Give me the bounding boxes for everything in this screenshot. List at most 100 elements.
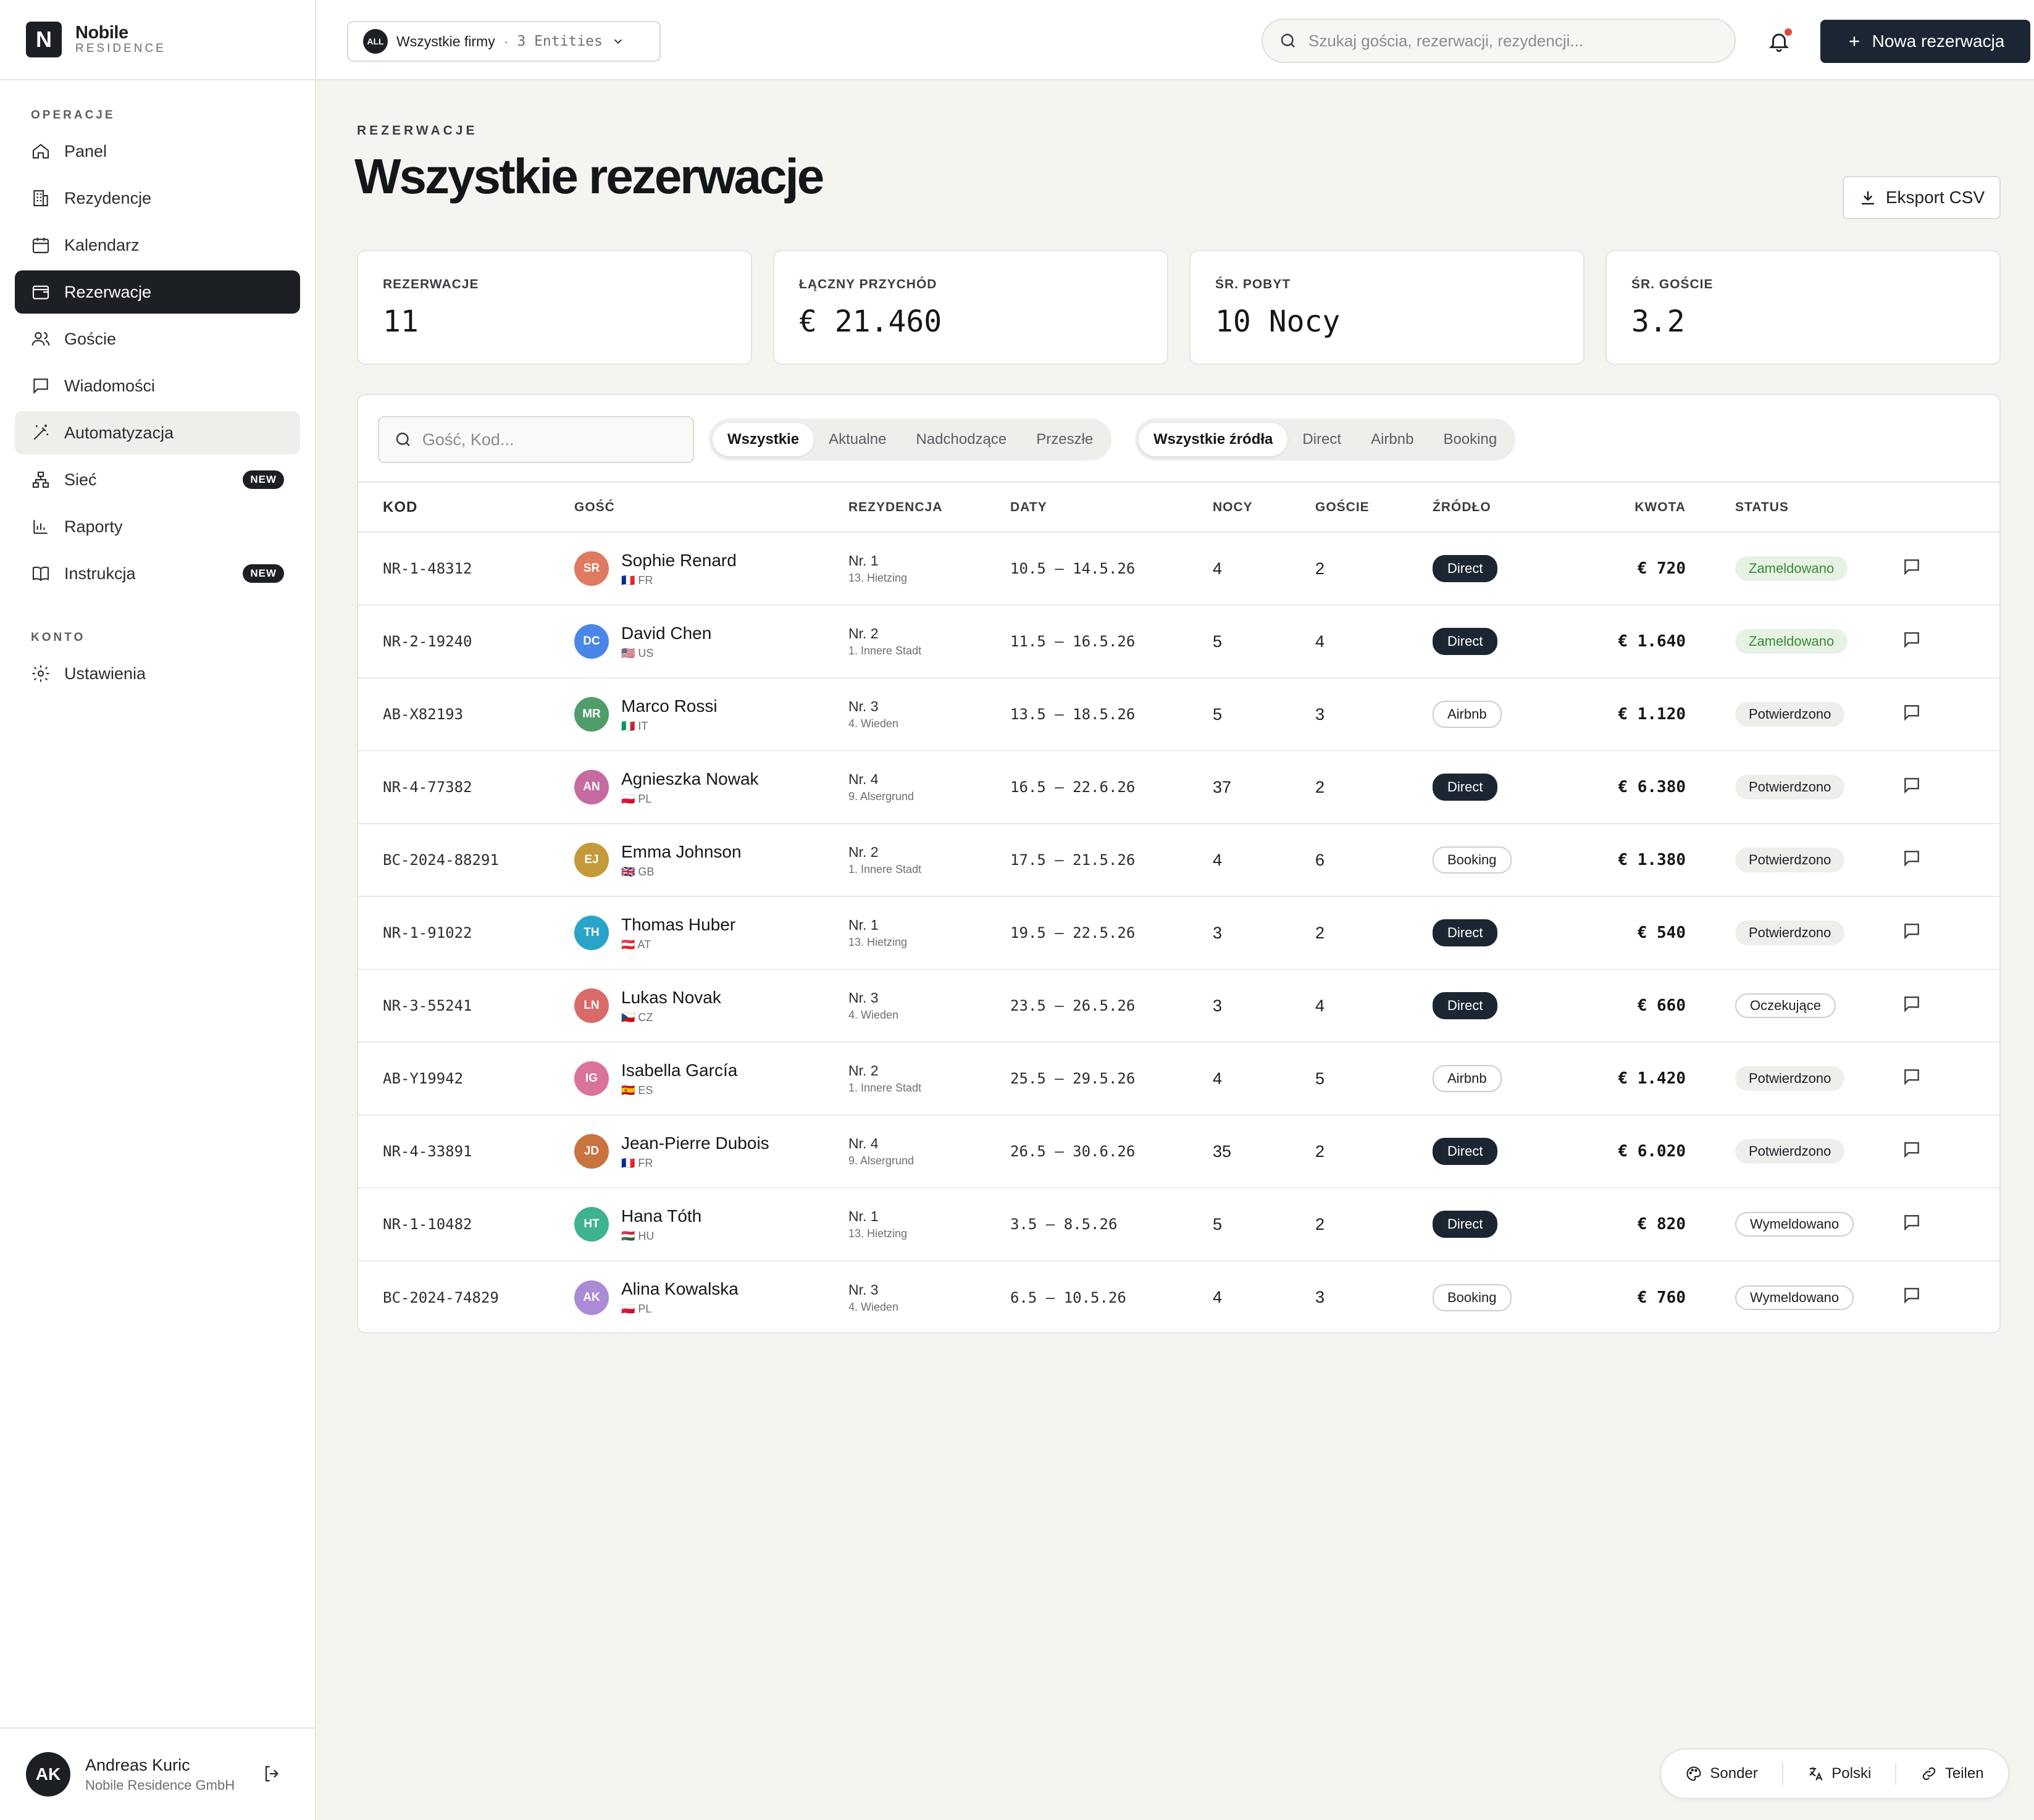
guest-country: 🇬🇧 GB: [621, 865, 655, 878]
column-header-guest[interactable]: GOŚĆ: [574, 483, 848, 532]
guest-count: 2: [1315, 559, 1325, 578]
sidebar-item-home[interactable]: Panel: [15, 130, 300, 173]
sidebar-item-magic-wand[interactable]: Automatyzacja: [15, 411, 300, 454]
status-badge: Wymeldowano: [1735, 1212, 1854, 1237]
sidebar-item-book[interactable]: Instrukcja NEW: [15, 552, 300, 595]
table-row[interactable]: NR-1-10482 HT Hana Tóth 🇭🇺 HU Nr. 1 13. …: [358, 1188, 1999, 1261]
message-cell: [1890, 605, 1999, 678]
divider: [1895, 1763, 1897, 1785]
guest-name[interactable]: Isabella García: [621, 1061, 737, 1080]
column-header-code[interactable]: KOD: [358, 483, 574, 532]
time-filter-tab[interactable]: Aktualne: [814, 423, 901, 456]
table-row[interactable]: NR-1-91022 TH Thomas Huber 🇦🇹 AT Nr. 1 1…: [358, 896, 1999, 969]
table-search-input[interactable]: [422, 430, 693, 449]
guest-name[interactable]: Jean-Pierre Dubois: [621, 1133, 769, 1153]
user-profile[interactable]: AK Andreas Kuric Nobile Residence GmbH: [0, 1727, 315, 1820]
message-icon[interactable]: [1902, 1067, 1922, 1087]
table-row[interactable]: NR-4-33891 JD Jean-Pierre Dubois 🇫🇷 FR N…: [358, 1115, 1999, 1188]
residence-district: 13. Hietzing: [848, 572, 908, 584]
status-cell: Oczekujące: [1686, 969, 1890, 1042]
time-filter-tab[interactable]: Wszystkie: [713, 423, 814, 456]
global-search-input[interactable]: [1308, 31, 1728, 51]
sidebar-item-calendar[interactable]: Kalendarz: [15, 223, 300, 267]
stat-value: 10 Nocy: [1215, 304, 1341, 339]
guest-count: 3: [1315, 1288, 1325, 1306]
source-cell: Direct: [1433, 896, 1566, 969]
stat-value: 3.2: [1631, 304, 1685, 339]
message-icon[interactable]: [1902, 557, 1922, 577]
source-filter-tab[interactable]: Direct: [1287, 423, 1356, 456]
column-header-source[interactable]: ŹRÓDŁO: [1433, 483, 1566, 532]
table-row[interactable]: BC-2024-88291 EJ Emma Johnson 🇬🇧 GB Nr. …: [358, 824, 1999, 896]
reservation-code: NR-1-91022: [383, 924, 472, 941]
column-header-guests[interactable]: GOŚCIE: [1315, 483, 1433, 532]
message-icon[interactable]: [1902, 1140, 1922, 1159]
reservation-code: AB-X82193: [383, 706, 464, 723]
dates: 19.5 – 22.5.26: [1010, 924, 1136, 941]
sidebar-item-settings[interactable]: Ustawienia: [15, 652, 300, 695]
language-button[interactable]: Polski: [1807, 1765, 1871, 1782]
table-row[interactable]: AB-X82193 MR Marco Rossi 🇮🇹 IT Nr. 3 4. …: [358, 678, 1999, 751]
message-icon[interactable]: [1902, 848, 1922, 868]
source-filter: Wszystkie źródła Direct Airbnb Booking: [1135, 419, 1516, 461]
entity-separator: ·: [503, 33, 509, 49]
residence-number: Nr. 1: [848, 553, 879, 569]
sidebar-item-wallet[interactable]: Rezerwacje: [15, 270, 300, 314]
guest-avatar: IG: [574, 1061, 609, 1096]
column-header-dates[interactable]: DATY: [1010, 483, 1213, 532]
source-filter-tab[interactable]: Booking: [1428, 423, 1512, 456]
new-reservation-button[interactable]: Nowa rezerwacja: [1820, 20, 2030, 63]
amount: € 760: [1637, 1288, 1686, 1307]
entity-select[interactable]: ALL Wszystkie firmy · 3 Entities: [347, 21, 661, 62]
source-cell: Direct: [1433, 969, 1566, 1042]
share-button[interactable]: Teilen: [1920, 1765, 1984, 1782]
guest-name[interactable]: Alina Kowalska: [621, 1279, 739, 1299]
guest-name[interactable]: David Chen: [621, 624, 711, 643]
sidebar-item-users[interactable]: Goście: [15, 317, 300, 361]
guest-name[interactable]: Hana Tóth: [621, 1206, 701, 1226]
message-icon[interactable]: [1902, 775, 1922, 795]
table-row[interactable]: NR-1-48312 SR Sophie Renard 🇫🇷 FR Nr. 1 …: [358, 532, 1999, 605]
guest-name[interactable]: Lukas Novak: [621, 988, 721, 1008]
message-icon[interactable]: [1902, 703, 1922, 722]
message-icon[interactable]: [1902, 1285, 1922, 1305]
message-icon[interactable]: [1902, 1213, 1922, 1232]
logout-icon[interactable]: [262, 1763, 283, 1784]
new-reservation-label: Nowa rezerwacja: [1872, 31, 2005, 51]
residence-cell: Nr. 3 4. Wieden: [848, 678, 1010, 751]
sidebar-item-bar-chart[interactable]: Raporty: [15, 505, 300, 548]
column-header-status[interactable]: STATUS: [1686, 483, 1890, 532]
export-csv-button[interactable]: Eksport CSV: [1843, 176, 2001, 219]
column-header-amount[interactable]: KWOTA: [1566, 483, 1686, 532]
residence-number: Nr. 2: [848, 844, 879, 860]
sidebar-item-building[interactable]: Rezydencje: [15, 177, 300, 220]
table-row[interactable]: AB-Y19942 IG Isabella García 🇪🇸 ES Nr. 2…: [358, 1042, 1999, 1115]
message-icon[interactable]: [1902, 994, 1922, 1014]
guest-name[interactable]: Emma Johnson: [621, 842, 742, 862]
guest-name[interactable]: Sophie Renard: [621, 551, 737, 570]
brand[interactable]: N Nobile RESIDENCE: [0, 0, 315, 80]
table-row[interactable]: NR-4-77382 AN Agnieszka Nowak 🇵🇱 PL Nr. …: [358, 751, 1999, 824]
time-filter-tab[interactable]: Przeszłe: [1021, 423, 1108, 456]
time-filter-tab[interactable]: Nadchodzące: [901, 423, 1021, 456]
sidebar-item-network[interactable]: Sieć NEW: [15, 458, 300, 501]
source-filter-tab[interactable]: Airbnb: [1356, 423, 1428, 456]
message-icon[interactable]: [1902, 921, 1922, 941]
source-filter-tab[interactable]: Wszystkie źródła: [1139, 423, 1288, 456]
table-row[interactable]: BC-2024-74829 AK Alina Kowalska 🇵🇱 PL Nr…: [358, 1261, 1999, 1332]
guest-name[interactable]: Agnieszka Nowak: [621, 769, 759, 789]
message-icon[interactable]: [1902, 630, 1922, 649]
column-header-nights[interactable]: NOCY: [1213, 483, 1315, 532]
status-cell: Zameldowano: [1686, 605, 1890, 678]
residence-cell: Nr. 1 13. Hietzing: [848, 532, 1010, 605]
table-row[interactable]: NR-3-55241 LN Lukas Novak 🇨🇿 CZ Nr. 3 4.…: [358, 969, 1999, 1042]
message-icon: [33, 378, 48, 394]
table-row[interactable]: NR-2-19240 DC David Chen 🇺🇸 US Nr. 2 1. …: [358, 605, 1999, 678]
sidebar-item-message[interactable]: Wiadomości: [15, 364, 300, 407]
guest-name[interactable]: Marco Rossi: [621, 696, 718, 716]
brand-name: Nobile: [75, 22, 128, 43]
column-header-residence[interactable]: REZYDENCJA: [848, 483, 1010, 532]
guest-name[interactable]: Thomas Huber: [621, 915, 735, 935]
guest-country: 🇮🇹 IT: [621, 719, 648, 732]
theme-button[interactable]: Sonder: [1685, 1765, 1758, 1782]
